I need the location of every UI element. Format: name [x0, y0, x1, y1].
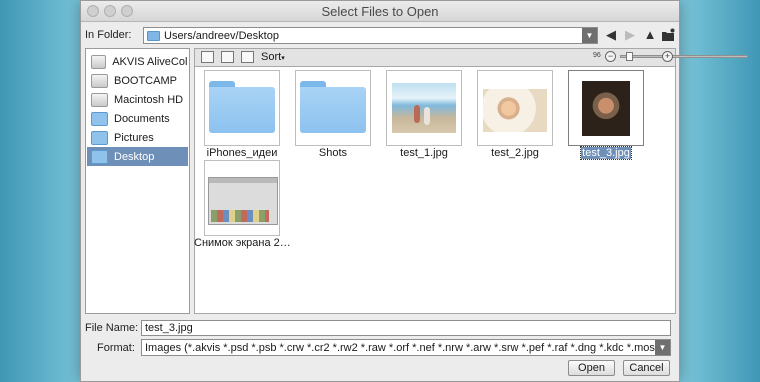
file-tile-shots[interactable] [295, 70, 371, 146]
file-name-label[interactable]: test_2.jpg [467, 147, 563, 159]
format-value: Images (*.akvis *.psd *.psb *.crw *.cr2 … [145, 341, 655, 354]
drive-icon [91, 92, 108, 107]
desktop-background-left [0, 0, 80, 382]
sidebar-item-macintosh-hd[interactable]: Macintosh HD [87, 90, 188, 109]
sidebar-item-documents[interactable]: Documents [87, 109, 188, 128]
drive-icon [91, 54, 107, 69]
file-tile-iphones[interactable] [204, 70, 280, 146]
zoom-slider-thumb[interactable] [626, 52, 634, 61]
title-bar[interactable]: Select Files to Open [81, 1, 679, 22]
details-view-icon[interactable] [221, 51, 234, 63]
file-tile-test3[interactable] [568, 70, 644, 146]
file-name-label[interactable]: Снимок экрана 2… [194, 237, 291, 249]
sidebar-item-label: Desktop [114, 150, 155, 163]
sort-menu-button[interactable]: Sort▾ [261, 51, 285, 63]
window-title: Select Files to Open [321, 4, 439, 19]
folder-icon [91, 111, 108, 126]
up-folder-icon[interactable]: ▲ [643, 28, 657, 42]
view-toolbar: Sort▾ 96 − + [194, 48, 748, 66]
sidebar-item-bootcamp[interactable]: BOOTCAMP [87, 71, 188, 90]
image-thumbnail [483, 89, 547, 132]
chevron-down-icon[interactable]: ▼ [582, 28, 597, 43]
zoom-value: 96 [593, 52, 601, 59]
image-thumbnail [208, 177, 278, 225]
folder-icon [300, 81, 366, 133]
forward-arrow-icon[interactable]: ▶ [623, 28, 637, 42]
chevron-down-icon[interactable]: ▼ [655, 340, 670, 355]
places-sidebar: AKVIS AliveCol… BOOTCAMP Macintosh HD Do… [85, 48, 190, 314]
folder-path-combo[interactable]: Users/andreev/Desktop ▼ [143, 27, 598, 44]
sidebar-item-label: Documents [114, 112, 170, 125]
zoom-out-icon[interactable]: − [605, 51, 616, 62]
zoom-in-icon[interactable]: + [662, 51, 673, 62]
sidebar-item-label: BOOTCAMP [114, 74, 177, 87]
cancel-button[interactable]: Cancel [623, 360, 670, 376]
file-name-label[interactable]: Shots [285, 147, 381, 159]
chevron-down-icon: ▾ [281, 55, 285, 62]
sidebar-item-akvis[interactable]: AKVIS AliveCol… [87, 52, 188, 71]
file-tile-screenshot[interactable] [204, 160, 280, 236]
format-label: Format: [97, 342, 135, 354]
zoom-slider[interactable] [620, 55, 748, 58]
file-browser: iPhones_идеи Shots test_1.jpg test_2.jpg… [194, 66, 676, 314]
file-tile-test2[interactable] [477, 70, 553, 146]
format-select[interactable]: Images (*.akvis *.psd *.psb *.crw *.cr2 … [141, 339, 671, 356]
folder-icon [147, 30, 160, 41]
sidebar-item-label: AKVIS AliveCol… [112, 55, 188, 68]
list-view-icon[interactable] [201, 51, 214, 63]
new-folder-icon[interactable] [661, 28, 675, 42]
folder-icon [91, 149, 108, 164]
sidebar-item-desktop[interactable]: Desktop [87, 147, 188, 166]
open-button[interactable]: Open [568, 360, 615, 376]
image-thumbnail [392, 83, 456, 133]
file-name-label[interactable]: iPhones_идеи [194, 147, 290, 159]
thumbnail-view-icon[interactable] [241, 51, 254, 63]
drive-icon [91, 73, 108, 88]
sidebar-item-label: Macintosh HD [114, 93, 184, 106]
folder-icon [209, 81, 275, 133]
in-folder-label: In Folder: [85, 29, 132, 41]
open-file-dialog: Select Files to Open In Folder: Users/an… [80, 0, 748, 382]
image-thumbnail [582, 81, 630, 136]
file-tile-test1[interactable] [386, 70, 462, 146]
file-name-field[interactable]: test_3.jpg [141, 320, 671, 336]
sidebar-item-label: Pictures [114, 131, 154, 144]
back-arrow-icon[interactable]: ◀ [604, 28, 618, 42]
folder-icon [91, 130, 108, 145]
file-name-label-selected[interactable]: test_3.jpg [558, 146, 654, 160]
sidebar-item-pictures[interactable]: Pictures [87, 128, 188, 147]
file-name-label[interactable]: test_1.jpg [376, 147, 472, 159]
folder-path-text: Users/andreev/Desktop [164, 29, 279, 42]
file-name-label-caption: File Name: [85, 322, 139, 334]
